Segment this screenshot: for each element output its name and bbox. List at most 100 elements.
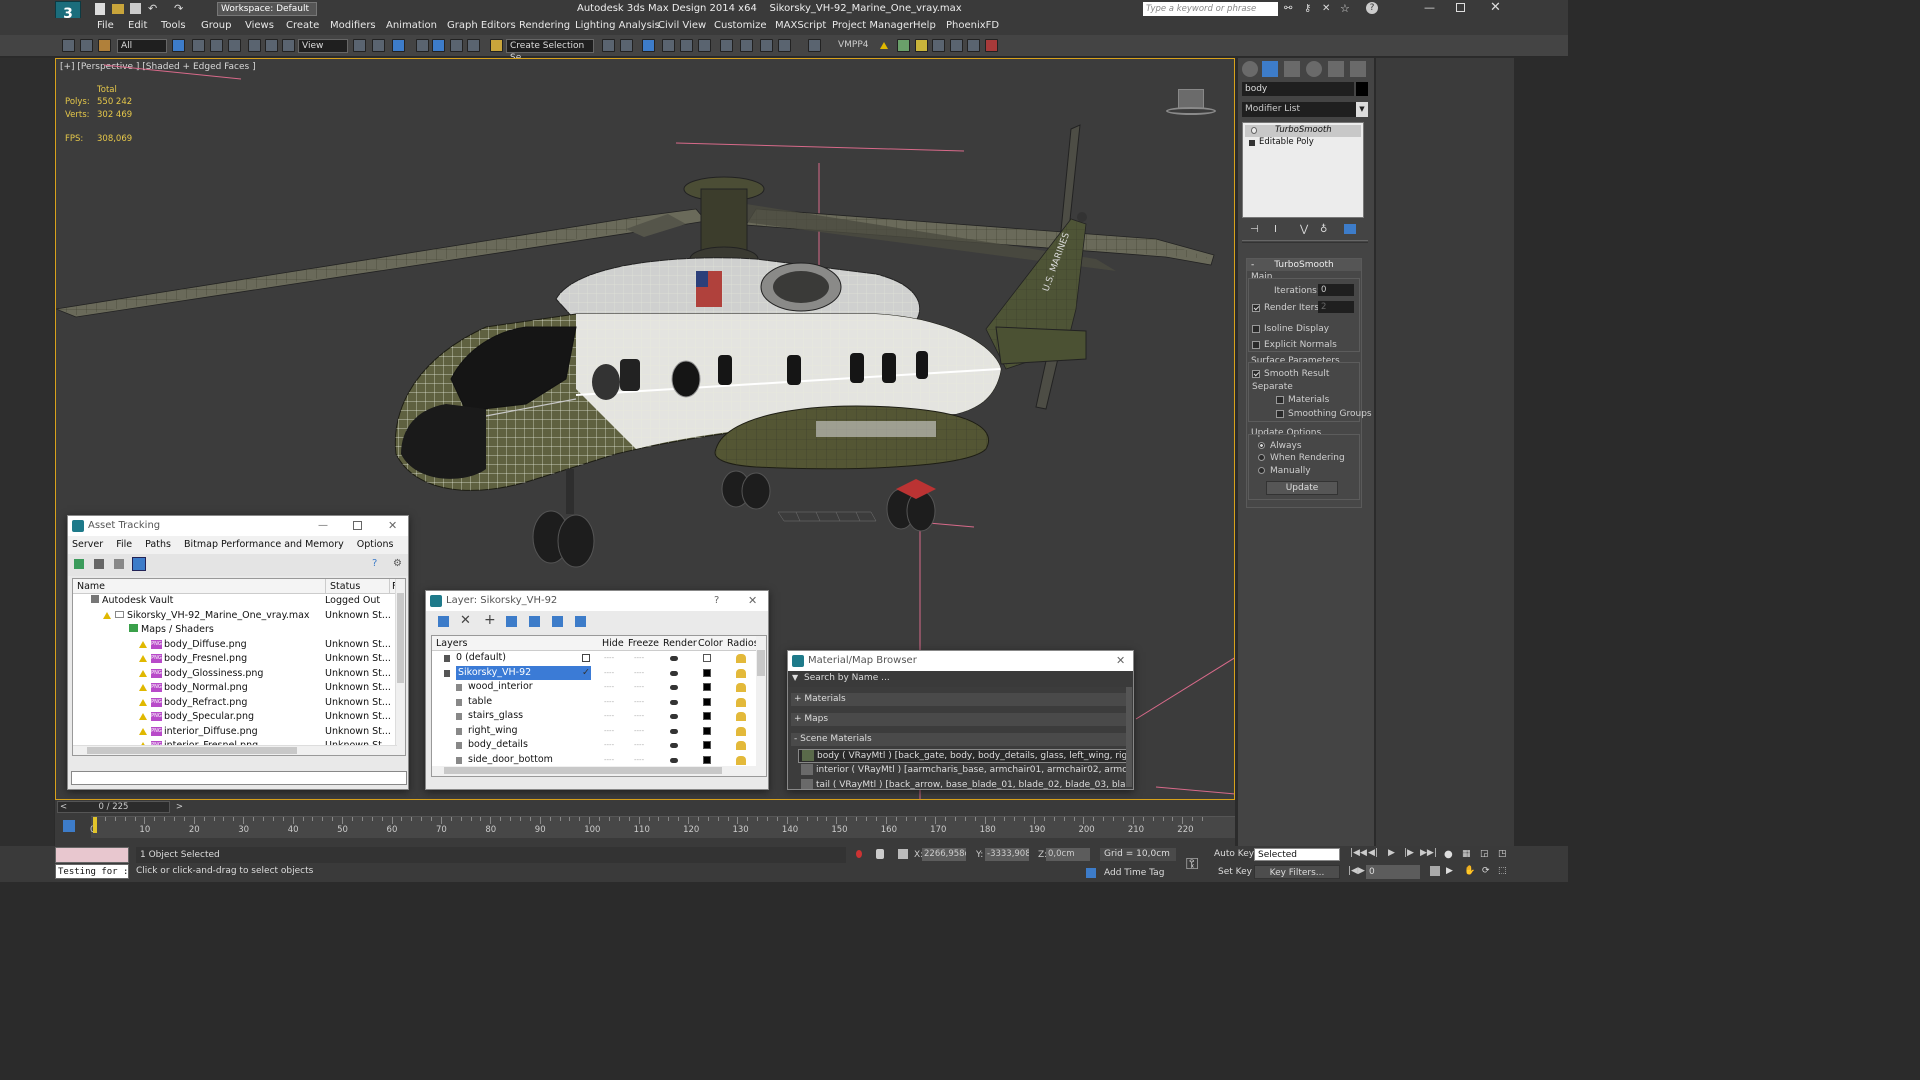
modify-tab-icon[interactable] (1262, 61, 1278, 77)
vray-frame-buffer-icon[interactable] (808, 39, 821, 52)
menu-views[interactable]: Views (245, 20, 274, 31)
radiosity-icon[interactable] (736, 741, 746, 750)
material-item[interactable]: interior ( VRayMtl ) [aarmcharis_base, a… (798, 764, 1127, 778)
asset-menu-file[interactable]: File (116, 539, 132, 550)
delete-layer-icon[interactable]: ✕ (460, 613, 471, 628)
window-crossing-icon[interactable] (228, 39, 241, 52)
render-iters-spinner[interactable]: 2 (1318, 301, 1354, 313)
hide-toggle[interactable]: ---- (604, 738, 614, 753)
freeze-toggle[interactable]: ---- (634, 651, 644, 666)
selection-filter-select[interactable]: All (117, 39, 167, 53)
layer-color-swatch[interactable] (703, 668, 711, 677)
render-setup-icon[interactable] (740, 39, 753, 52)
layer-color-swatch[interactable] (703, 755, 711, 764)
zoom-icon[interactable]: ● (1444, 849, 1453, 860)
asset-row[interactable]: PNG body_Glossiness.png Unknown St... (73, 667, 405, 682)
pan-icon[interactable]: ✋ (1464, 866, 1475, 876)
pivot-center-icon[interactable] (353, 39, 366, 52)
layer-color-swatch[interactable] (703, 654, 711, 662)
curve-editor-icon[interactable] (680, 39, 693, 52)
infocenter-search[interactable]: Type a keyword or phrase (1143, 2, 1278, 16)
link-icon[interactable] (62, 39, 75, 52)
asset-tracking-titlebar[interactable]: Asset Tracking — ✕ (68, 516, 408, 536)
track-bar[interactable]: 0102030405060708090100110120130140150160… (90, 816, 1235, 838)
render-teapot-icon[interactable] (670, 728, 678, 734)
col-hide[interactable]: Hide (602, 636, 624, 651)
help-icon[interactable]: ? (1366, 2, 1378, 14)
freeze-toggle[interactable]: ---- (634, 666, 644, 681)
material-editor-icon[interactable] (720, 39, 733, 52)
smooth-result-checkbox[interactable] (1252, 369, 1260, 378)
add-to-layer-icon[interactable]: + (484, 612, 496, 628)
hide-toggle[interactable]: ---- (604, 724, 614, 739)
radiosity-icon[interactable] (736, 668, 746, 678)
render-teapot-icon[interactable] (670, 670, 678, 676)
asset-hscrollbar[interactable] (73, 745, 397, 755)
select-layer-icon[interactable] (506, 616, 517, 627)
layer-color-swatch[interactable] (703, 683, 711, 691)
freeze-toggle[interactable]: ---- (634, 753, 644, 768)
binoculars-icon[interactable]: ⚯ (1284, 3, 1292, 14)
set-key-button[interactable]: Set Key (1218, 867, 1252, 877)
render-teapot-icon[interactable] (670, 656, 678, 661)
edit-named-selection-icon[interactable] (490, 39, 503, 52)
scene-materials-section[interactable]: - Scene Materials (791, 733, 1130, 746)
col-color[interactable]: Color (698, 636, 723, 651)
smoothing-groups-checkbox[interactable] (1276, 409, 1284, 418)
asset-menu-bitmap[interactable]: Bitmap Performance and Memory (184, 539, 344, 550)
current-layer-check-icon[interactable]: ✓ (582, 666, 590, 681)
maximize-viewport-icon[interactable]: ⬚ (1498, 866, 1507, 876)
asset-row[interactable]: PNG body_Diffuse.png Unknown St... (73, 638, 405, 653)
column-status[interactable]: Status (325, 579, 360, 594)
key-mode-toggle-icon[interactable]: |◀▶| (1348, 866, 1368, 876)
bind-space-warp-icon[interactable] (98, 39, 111, 52)
previous-frame-icon[interactable]: ◀| (1368, 848, 1378, 858)
hierarchy-tab-icon[interactable] (1284, 61, 1300, 77)
menu-edit[interactable]: Edit (128, 20, 147, 31)
hide-all-icon[interactable] (552, 616, 563, 627)
column-name[interactable]: Name (77, 579, 105, 594)
isolate-selection-icon[interactable] (856, 850, 862, 858)
manually-radio[interactable] (1258, 467, 1265, 474)
hide-toggle[interactable]: ---- (604, 709, 614, 724)
asset-vscrollbar[interactable] (395, 579, 405, 755)
asset-row[interactable]: Maps / Shaders (73, 623, 405, 638)
material-vscrollbar[interactable] (1126, 687, 1132, 787)
hide-toggle[interactable]: ---- (604, 695, 614, 710)
rollout-header[interactable]: - TurboSmooth (1247, 259, 1361, 271)
layer-row[interactable]: body_details ---- ---- (432, 738, 766, 753)
maximize-icon[interactable] (353, 521, 362, 530)
layer-row[interactable]: stairs_glass ---- ---- (432, 709, 766, 724)
menu-group[interactable]: Group (201, 20, 231, 31)
key-icon[interactable]: ⚿ (1186, 854, 1198, 874)
layer-list[interactable]: Layers Hide Freeze Render Color Radiosi … (431, 635, 767, 777)
named-selection-select[interactable]: Create Selection Se (506, 39, 594, 63)
configure-modifier-sets-icon[interactable] (1344, 224, 1356, 234)
redo-icon[interactable]: ↷ (174, 2, 183, 15)
refresh-icon[interactable] (74, 559, 84, 569)
menu-phoenixfd[interactable]: PhoenixFD (946, 20, 999, 31)
auto-key-button[interactable]: Auto Key (1214, 849, 1254, 859)
absolute-mode-icon[interactable] (898, 849, 908, 859)
asset-row[interactable]: Sikorsky_VH-92_Marine_One_vray.max Unknow… (73, 609, 405, 624)
next-frame-icon[interactable]: > (176, 802, 183, 813)
manually-row[interactable]: Manually (1258, 466, 1311, 476)
object-color-swatch[interactable] (1356, 82, 1368, 96)
display-tab-icon[interactable] (1328, 61, 1344, 77)
smoothing-groups-row[interactable]: Smoothing Groups (1276, 409, 1372, 419)
list-view-icon[interactable] (94, 559, 104, 569)
layer-titlebar[interactable]: Layer: Sikorsky_VH-92 ? ✕ (426, 591, 768, 611)
object-name-field[interactable]: body (1242, 82, 1354, 96)
settings-icon[interactable]: ⚙ (393, 558, 402, 569)
asset-row[interactable]: PNG body_Specular.png Unknown St... (73, 710, 405, 725)
menu-civil-view[interactable]: Civil View (658, 20, 706, 31)
render-teapot-icon[interactable] (670, 714, 678, 719)
make-unique-icon[interactable]: ⋁ (1300, 224, 1308, 235)
selection-region-icon[interactable] (210, 39, 223, 52)
vray-mesh-icon[interactable] (967, 39, 980, 52)
angle-snap-icon[interactable] (432, 39, 445, 52)
hide-toggle[interactable]: ---- (604, 680, 614, 695)
y-coord-field[interactable]: -3333,908c (985, 848, 1029, 861)
layer-color-swatch[interactable] (703, 741, 711, 749)
menu-project-manager[interactable]: Project Manager (832, 20, 913, 31)
